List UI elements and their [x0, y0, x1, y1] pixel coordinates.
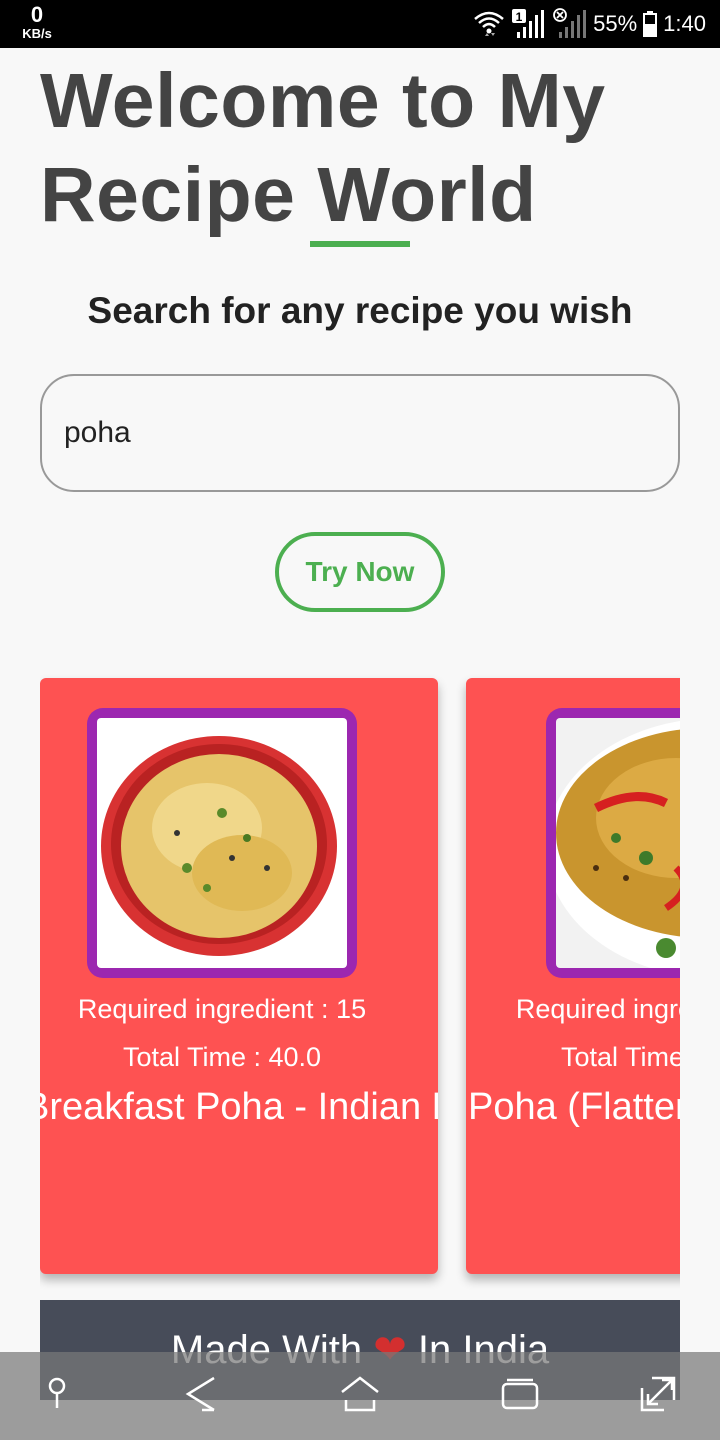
pin-icon[interactable] — [44, 1374, 70, 1410]
network-speed-unit: KB/s — [22, 26, 52, 41]
recipe-card[interactable]: Required ingredient : 12 Total Time : 30… — [466, 678, 680, 1274]
recents-icon[interactable] — [500, 1374, 540, 1414]
network-speed: 0 KB/s — [14, 2, 60, 41]
home-icon[interactable] — [340, 1374, 380, 1414]
expand-icon[interactable] — [638, 1374, 678, 1414]
recipe-image-frame — [546, 708, 680, 978]
poha-red-bowl-image — [97, 718, 347, 968]
wifi-icon — [474, 11, 504, 36]
try-now-button[interactable]: Try Now — [275, 532, 445, 612]
search-heading: Search for any recipe you wish — [87, 290, 633, 331]
total-time: Total Time : 40.0 — [122, 1042, 322, 1072]
signal-sim1-icon: 1 — [512, 9, 545, 38]
recipe-carousel[interactable]: Required ingredient : 15 Total Time : 40… — [40, 670, 680, 1290]
back-icon[interactable] — [182, 1374, 220, 1414]
navigation-bar — [0, 1352, 720, 1440]
ingredient-count: Required ingredient : 15 — [77, 994, 367, 1024]
total-time: Total Time : 30.0 — [560, 1042, 680, 1072]
recipe-card[interactable]: Required ingredient : 15 Total Time : 40… — [40, 678, 438, 1274]
battery-percent: 55% — [593, 11, 638, 36]
status-bar: 0 KB/s 1 55% 1:40 — [0, 0, 720, 48]
recipe-image-frame — [87, 708, 357, 978]
clock: 1:40 — [663, 11, 706, 36]
network-speed-value: 0 — [30, 2, 44, 27]
sim-badge: 1 — [516, 10, 523, 24]
recipe-name: Poha (Flattened Rice) — [468, 1086, 680, 1128]
signal-sim2-icon — [553, 8, 587, 38]
poha-white-bowl-image — [556, 718, 680, 968]
search-box — [40, 374, 680, 492]
recipe-search-input[interactable] — [64, 376, 654, 490]
page-title: Welcome to My Recipe World — [40, 58, 606, 238]
title-underline — [310, 241, 410, 247]
ingredient-count: Required ingredient : 12 — [515, 994, 680, 1024]
battery-icon — [643, 11, 658, 37]
recipe-name: Breakfast Poha - Indian Flattened Rice — [40, 1086, 438, 1128]
